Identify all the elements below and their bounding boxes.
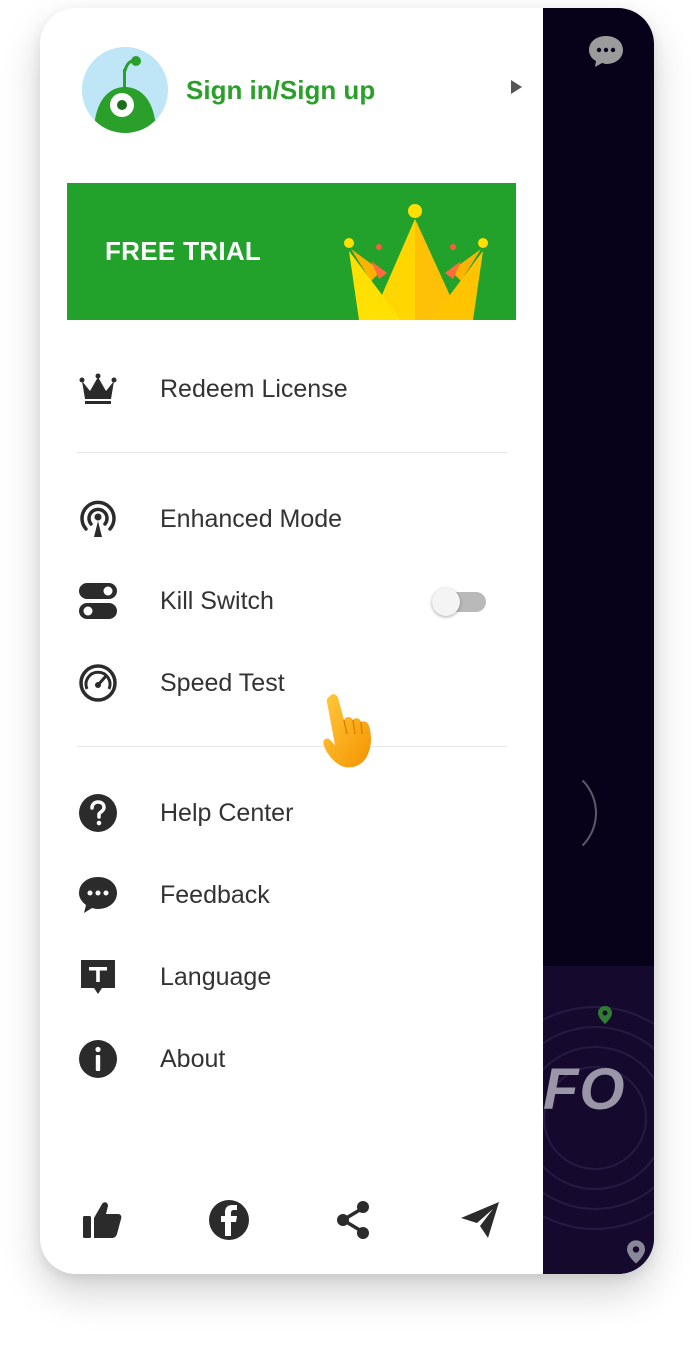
share-icon[interactable] xyxy=(332,1198,376,1242)
menu-item-language[interactable]: Language xyxy=(40,942,543,1012)
tap-hand-icon xyxy=(323,694,371,768)
free-trial-label: FREE TRIAL xyxy=(105,236,262,266)
free-trial-banner[interactable]: FREE TRIAL xyxy=(67,183,516,320)
map-pin-icon xyxy=(598,1006,612,1024)
location-pin-icon xyxy=(627,1240,645,1264)
background-app[interactable]: FO xyxy=(543,8,654,1274)
feedback-label: Feedback xyxy=(160,880,270,909)
question-icon xyxy=(79,794,117,832)
play-right-icon xyxy=(511,80,522,94)
speed-test-label: Speed Test xyxy=(160,668,285,697)
sign-in-label[interactable]: Sign in/Sign up xyxy=(186,75,375,106)
crown-icon xyxy=(344,204,488,320)
send-icon[interactable] xyxy=(458,1198,502,1242)
kill-switch-label: Kill Switch xyxy=(160,586,274,615)
menu-item-about[interactable]: About xyxy=(40,1024,543,1094)
phone-screen: FO Sign in/Sign up FREE TRIAL Redeem Lic… xyxy=(40,8,654,1274)
language-label: Language xyxy=(160,962,272,991)
sign-in-row[interactable]: Sign in/Sign up xyxy=(82,46,522,134)
partial-info-text: FO xyxy=(543,1057,626,1122)
menu-item-enhanced-mode[interactable]: Enhanced Mode xyxy=(40,484,543,554)
chat-icon[interactable] xyxy=(587,34,625,68)
redeem-license-label: Redeem License xyxy=(160,374,348,403)
broadcast-icon xyxy=(80,500,116,537)
info-icon xyxy=(79,1040,117,1078)
menu-item-redeem-license[interactable]: Redeem License xyxy=(40,354,543,424)
menu-item-feedback[interactable]: Feedback xyxy=(40,860,543,930)
about-label: About xyxy=(160,1044,226,1073)
divider xyxy=(77,746,507,747)
menu-item-help-center[interactable]: Help Center xyxy=(40,778,543,848)
chat-dots-icon xyxy=(79,877,117,913)
enhanced-mode-label: Enhanced Mode xyxy=(160,504,343,533)
toggle-knob xyxy=(432,588,460,616)
facebook-icon[interactable] xyxy=(207,1198,251,1242)
help-center-label: Help Center xyxy=(160,798,294,827)
robot-avatar-icon xyxy=(82,47,168,133)
crown-outline-icon xyxy=(79,373,117,404)
kill-switch-toggle[interactable] xyxy=(432,588,488,616)
menu-item-speed-test[interactable]: Speed Test xyxy=(40,648,543,718)
switch-icon xyxy=(79,583,117,619)
divider xyxy=(77,452,507,453)
navigation-drawer: Sign in/Sign up FREE TRIAL Redeem Licens… xyxy=(40,8,543,1274)
speedometer-icon xyxy=(79,664,117,702)
thumbs-up-icon[interactable] xyxy=(80,1198,124,1242)
text-bubble-icon xyxy=(81,960,115,994)
